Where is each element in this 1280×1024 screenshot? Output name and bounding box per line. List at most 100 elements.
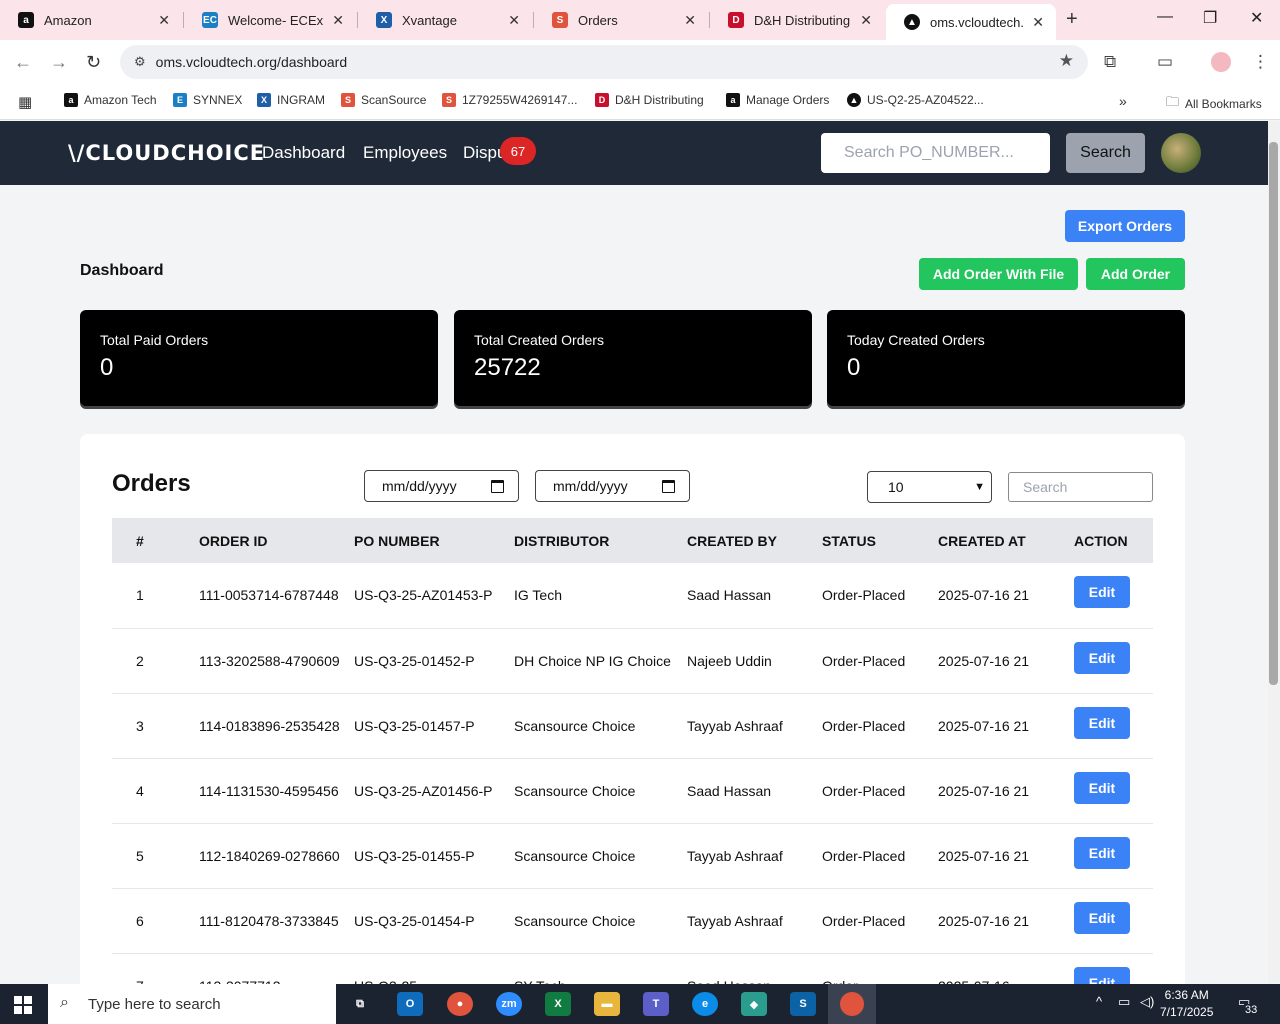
all-bookmarks[interactable]: 🗀 All Bookmarks <box>1166 93 1262 115</box>
add-order-button[interactable]: Add Order <box>1086 258 1185 290</box>
close-icon[interactable]: ✕ <box>860 12 872 29</box>
edit-button[interactable]: Edit <box>1074 641 1130 674</box>
table-row: 2 113-3202588-4790609 US-Q3-25-01452-P DH C… <box>112 628 1153 694</box>
bookmark-ingram[interactable]: X INGRAM <box>257 93 325 107</box>
browser-tab-bar: a Amazon ✕ EC Welcome- ECExpres ✕ X Xvan… <box>0 0 1280 40</box>
tab-label: oms.vcloudtech.org <box>930 14 1024 30</box>
site-info-icon[interactable]: ⚙ <box>134 54 146 70</box>
action-cell: Edit <box>1074 693 1153 759</box>
zoom-icon[interactable]: zm <box>496 992 522 1016</box>
row-number-cell: 4 <box>112 758 199 824</box>
scrollbar-thumb[interactable] <box>1269 142 1278 685</box>
clock-time: 6:36 AM <box>1164 988 1209 1002</box>
reload-icon[interactable]: ↻ <box>86 52 101 73</box>
table-search-input[interactable] <box>1008 472 1153 502</box>
tab-ecexpress[interactable]: EC Welcome- ECExpres ✕ <box>184 0 356 40</box>
nav-employees[interactable]: Employees <box>363 143 447 163</box>
restore-icon[interactable]: ❐ <box>1203 8 1217 28</box>
xvantage-icon: X <box>376 12 392 28</box>
tab-dh-distributing[interactable]: D D&H Distributing ✕ <box>710 0 884 40</box>
profile-icon[interactable] <box>1211 52 1231 72</box>
chrome-icon[interactable]: ● <box>447 992 473 1016</box>
url-field[interactable]: ⚙ oms.vcloudtech.org/dashboard ★ <box>120 45 1088 79</box>
bookmark-scansource[interactable]: S ScanSource <box>341 93 426 107</box>
po-number-cell: US-Q3-25-01452-P <box>354 628 514 694</box>
status-cell: Order-Placed <box>822 758 938 824</box>
page-size-select[interactable]: 10 ▼ <box>867 471 992 503</box>
orders-card: Orders mm/dd/yyyy mm/dd/yyyy 10 ▼ # ORDE… <box>80 434 1185 994</box>
date-to-input[interactable]: mm/dd/yyyy <box>535 470 690 502</box>
search-button[interactable]: Search <box>1066 133 1145 173</box>
app-icon[interactable]: ◆ <box>741 992 767 1016</box>
tray-chevron-icon[interactable]: ^ <box>1096 994 1102 1009</box>
calendar-icon[interactable] <box>491 479 504 493</box>
edit-button[interactable]: Edit <box>1074 706 1130 739</box>
close-icon[interactable]: ✕ <box>684 12 696 29</box>
tab-search-icon[interactable]: ▭ <box>1157 52 1173 72</box>
apps-icon[interactable]: ▦ <box>18 93 32 111</box>
nav-dashboard[interactable]: Dashboard <box>262 143 345 163</box>
bookmark-amazon-tech[interactable]: a Amazon Tech <box>64 93 157 107</box>
edit-button[interactable]: Edit <box>1074 836 1130 869</box>
edit-button[interactable]: Edit <box>1074 771 1130 804</box>
close-icon[interactable]: ✕ <box>158 12 170 29</box>
edit-button[interactable]: Edit <box>1074 576 1130 609</box>
status-cell: Order-Placed <box>822 563 938 629</box>
forward-icon[interactable]: → <box>50 52 68 73</box>
close-icon[interactable]: ✕ <box>508 12 520 29</box>
extensions-icon[interactable]: ⧉ <box>1104 52 1116 72</box>
edge-icon[interactable]: e <box>692 992 718 1016</box>
file-explorer-icon[interactable]: ▬ <box>594 992 620 1016</box>
taskbar-search[interactable]: ⌕ Type here to search <box>48 984 336 1024</box>
edit-button[interactable]: Edit <box>1074 901 1130 934</box>
taskbar-search-label: Type here to search <box>88 995 221 1013</box>
row-number-cell: 5 <box>112 823 199 889</box>
export-orders-button[interactable]: Export Orders <box>1065 210 1185 242</box>
close-window-icon[interactable]: ✕ <box>1250 8 1263 28</box>
minimize-icon[interactable]: — <box>1157 8 1173 26</box>
cloudchoice-logo[interactable]: \/CLOUDCHOICE <box>68 141 265 165</box>
outlook-icon[interactable]: O <box>397 992 423 1016</box>
windows-taskbar: ⌕ Type here to search ⧉ O ● zm X ▬ T e ◆… <box>0 984 1280 1024</box>
teams-icon[interactable]: T <box>643 992 669 1016</box>
bookmark-label: SYNNEX <box>193 93 243 107</box>
tab-xvantage[interactable]: X Xvantage ✕ <box>358 0 532 40</box>
chrome-active-icon[interactable] <box>828 984 876 1024</box>
distributor-cell: Scansource Choice <box>514 888 687 954</box>
new-tab-icon[interactable]: + <box>1066 8 1078 31</box>
bookmark-po[interactable]: ▲ US-Q2-25-AZ04522... <box>847 93 984 107</box>
bookmark-tracking[interactable]: S 1Z79255W4269147... <box>442 93 577 107</box>
scansource-app-icon[interactable]: S <box>790 992 816 1016</box>
close-icon[interactable]: ✕ <box>332 12 344 29</box>
menu-icon[interactable]: ⋮ <box>1252 52 1269 72</box>
task-view-icon[interactable]: ⧉ <box>347 992 373 1016</box>
ecexpress-icon: E <box>173 93 187 107</box>
bookmark-synnex[interactable]: E SYNNEX <box>173 93 242 107</box>
tab-orders[interactable]: S Orders ✕ <box>534 0 708 40</box>
created-by-cell: Najeeb Uddin <box>687 628 822 694</box>
bookmark-manage-orders[interactable]: a Manage Orders <box>726 93 829 107</box>
volume-icon[interactable]: ◁) <box>1140 994 1154 1010</box>
windows-start-icon[interactable] <box>14 996 32 1014</box>
excel-icon[interactable]: X <box>545 992 571 1016</box>
date-from-input[interactable]: mm/dd/yyyy <box>364 470 519 502</box>
clock[interactable]: 6:36 AM 7/17/2025 <box>1160 987 1213 1021</box>
bookmark-dh[interactable]: D D&H Distributing <box>595 93 704 107</box>
more-bookmarks-icon[interactable]: » <box>1119 93 1127 109</box>
tab-oms-active[interactable]: ▲ oms.vcloudtech.org ✕ <box>886 4 1056 40</box>
tab-amazon[interactable]: a Amazon ✕ <box>0 0 182 40</box>
col-header: # <box>136 532 144 549</box>
network-icon[interactable]: ▭ <box>1118 994 1130 1010</box>
bookmarks-bar: ▦ a Amazon Tech E SYNNEX X INGRAM S ScanSour… <box>0 85 1280 120</box>
oms-icon: ▲ <box>904 14 920 30</box>
back-icon[interactable]: ← <box>14 52 32 73</box>
close-icon[interactable]: ✕ <box>1032 14 1044 31</box>
bookmark-label: Amazon Tech <box>84 93 157 107</box>
calendar-icon[interactable] <box>662 479 675 493</box>
created-at-cell: 2025-07-16 21 <box>938 628 1074 694</box>
add-order-with-file-button[interactable]: Add Order With File <box>919 258 1078 290</box>
created-by-cell: Tayyab Ashraaf <box>687 888 822 954</box>
po-search-input[interactable] <box>821 133 1050 173</box>
bookmark-star-icon[interactable]: ★ <box>1059 51 1074 71</box>
avatar[interactable] <box>1161 133 1201 173</box>
